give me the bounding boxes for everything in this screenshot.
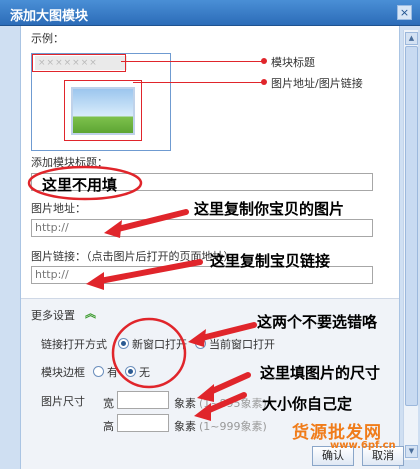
example-title-highlight — [32, 54, 126, 72]
example-image-highlight — [64, 80, 142, 141]
example-label: 示例： — [31, 32, 64, 45]
close-button[interactable]: × — [397, 5, 412, 20]
image-url-input[interactable]: http:// — [31, 219, 373, 237]
border-label: 模块边框 — [41, 366, 85, 379]
annotation-copy-image: 这里复制你宝贝的图片 — [194, 200, 345, 218]
window-titlebar: 添加大图模块 × — [0, 0, 420, 26]
scroll-thumb[interactable] — [405, 46, 418, 406]
scroll-up-icon[interactable]: ▲ — [405, 32, 418, 45]
open-new-radio[interactable] — [118, 338, 129, 349]
example-preview: ××××××× — [31, 53, 171, 151]
annotation-size-yourself: 大小你自己定 — [262, 395, 353, 413]
legend-title: 模块标题 — [271, 56, 315, 69]
legend-line-image — [133, 82, 263, 83]
annotation-no-need: 这里不用填 — [42, 176, 118, 194]
legend-image: 图片地址/图片链接 — [271, 77, 363, 90]
border-no-label: 无 — [139, 366, 150, 379]
legend-dot-title — [261, 58, 267, 64]
legend-dot-image — [261, 79, 267, 85]
annotation-dont-choose-wrong: 这两个不要选错咯 — [257, 313, 378, 331]
border-yes-label: 有 — [107, 366, 118, 379]
image-link-label: 图片链接：（点击图片后打开的页面地址） — [31, 250, 235, 263]
height-input[interactable] — [117, 414, 169, 432]
open-mode-label: 链接打开方式 — [41, 338, 107, 351]
example-image-icon — [71, 87, 135, 135]
height-unit: 象素 — [174, 420, 196, 433]
watermark-url: www.6pf.cn — [330, 440, 396, 451]
border-no-radio[interactable] — [125, 366, 136, 377]
image-url-label: 图片地址： — [31, 202, 86, 215]
collapse-chevrons-icon[interactable]: ︽ — [85, 305, 96, 321]
height-hint: (1~999象素) — [199, 420, 267, 433]
width-input[interactable] — [117, 391, 169, 409]
more-settings-header[interactable]: 更多设置 — [31, 307, 75, 323]
open-new-label: 新窗口打开 — [132, 338, 187, 351]
scroll-down-icon[interactable]: ▼ — [405, 445, 418, 458]
annotation-copy-link: 这里复制宝贝链接 — [210, 252, 331, 270]
window-title: 添加大图模块 — [10, 9, 89, 24]
width-label: 宽 — [103, 397, 114, 410]
width-hint: (1~895象素) — [199, 397, 267, 410]
open-current-radio[interactable] — [195, 338, 206, 349]
module-title-label: 添加模块标题： — [31, 156, 108, 169]
open-current-label: 当前窗口打开 — [209, 338, 275, 351]
width-unit: 象素 — [174, 397, 196, 410]
image-size-label: 图片尺寸 — [41, 395, 85, 408]
height-label: 高 — [103, 420, 114, 433]
annotation-fill-size: 这里填图片的尺寸 — [260, 364, 381, 382]
border-yes-radio[interactable] — [93, 366, 104, 377]
legend-line-title — [121, 61, 263, 62]
vertical-scrollbar[interactable]: ▲ ▼ — [403, 30, 418, 460]
